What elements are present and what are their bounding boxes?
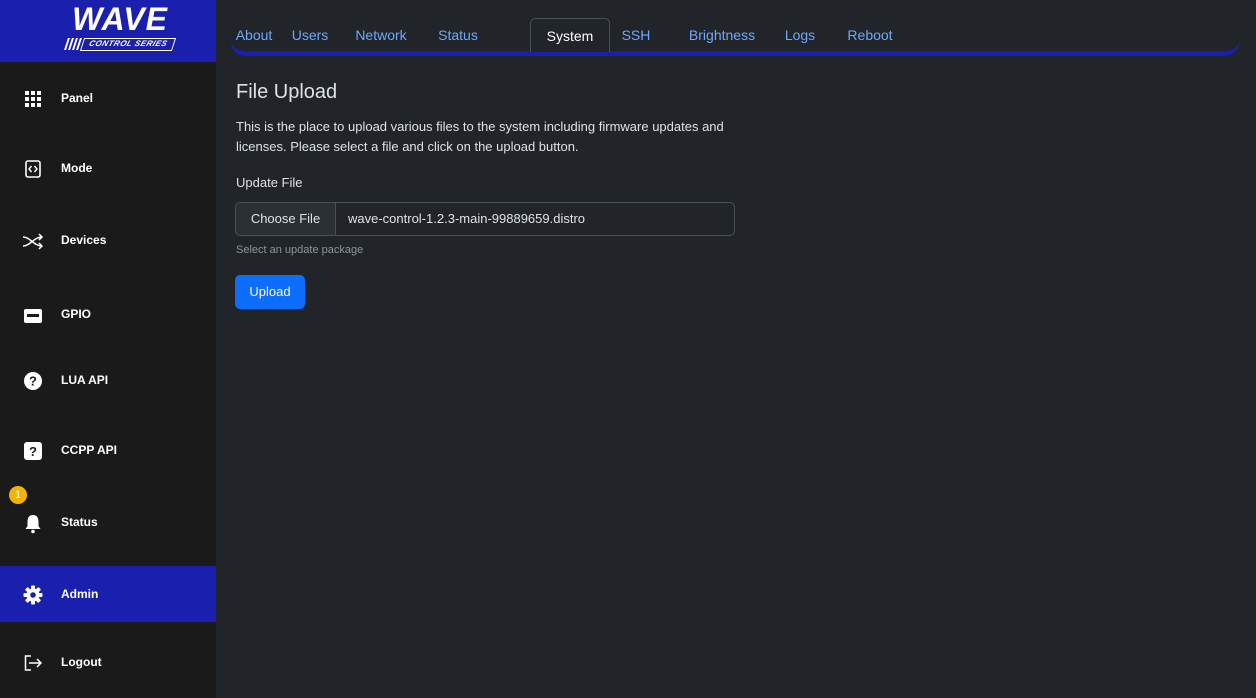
tab-status[interactable]: Status bbox=[427, 18, 489, 52]
sidebar-item-label: Logout bbox=[61, 655, 102, 669]
svg-text:?: ? bbox=[29, 374, 37, 389]
tab-logs[interactable]: Logs bbox=[778, 18, 822, 52]
sidebar-item-label: Admin bbox=[61, 587, 99, 601]
page-description: This is the place to upload various file… bbox=[236, 119, 724, 154]
notification-badge: 1 bbox=[9, 486, 27, 504]
sidebar-item-label: LUA API bbox=[61, 373, 109, 387]
question-circle-icon: ? bbox=[24, 372, 42, 390]
tab-users[interactable]: Users bbox=[285, 18, 335, 52]
sidebar-item-label: Status bbox=[61, 515, 98, 529]
selected-file-name: wave-control-1.2.3-main-99889659.distro bbox=[348, 211, 586, 226]
sidebar-item-label: Mode bbox=[61, 161, 93, 175]
upload-button[interactable]: Upload bbox=[235, 275, 305, 309]
choose-file-button[interactable]: Choose File bbox=[236, 203, 336, 235]
tab-system[interactable]: System bbox=[530, 18, 610, 52]
logo: WAVE CONTROL SERIES bbox=[0, 0, 216, 62]
sidebar-item-gpio[interactable]: GPIO bbox=[0, 286, 216, 342]
tab-ssh[interactable]: SSH bbox=[616, 18, 656, 52]
sidebar-item-devices[interactable]: Devices bbox=[0, 212, 216, 268]
app-root: WAVE CONTROL SERIES Panel Mode Devices G… bbox=[0, 0, 1256, 698]
update-file-help: Select an update package bbox=[236, 244, 364, 256]
sidebar-item-ccpp-api[interactable]: ? CCPP API bbox=[0, 422, 216, 478]
logo-bars-icon bbox=[64, 38, 82, 50]
gear-icon bbox=[23, 585, 43, 605]
sidebar-item-label: CCPP API bbox=[61, 443, 118, 457]
update-file-label: Update File bbox=[236, 175, 303, 190]
tab-brightness[interactable]: Brightness bbox=[675, 18, 769, 52]
logout-icon bbox=[24, 655, 43, 671]
sidebar-item-status[interactable]: 1 Status bbox=[0, 486, 216, 550]
sidebar-item-lua-api[interactable]: ? LUA API bbox=[0, 352, 216, 408]
gpio-icon bbox=[24, 309, 42, 323]
tab-bar: About Users Network Status System SSH Br… bbox=[230, 18, 1240, 56]
tab-network[interactable]: Network bbox=[342, 18, 420, 52]
sidebar-item-panel[interactable]: Panel bbox=[0, 70, 216, 126]
grid-icon bbox=[25, 91, 41, 107]
update-file-input[interactable]: Choose File wave-control-1.2.3-main-9988… bbox=[235, 202, 735, 236]
sidebar-item-label: GPIO bbox=[61, 307, 92, 321]
main-content: About Users Network Status System SSH Br… bbox=[216, 0, 1256, 698]
sidebar-item-admin[interactable]: Admin bbox=[0, 566, 216, 622]
sidebar-item-mode[interactable]: Mode bbox=[0, 140, 216, 196]
sidebar-item-label: Panel bbox=[61, 91, 94, 105]
tab-reboot[interactable]: Reboot bbox=[840, 18, 900, 52]
sidebar-item-logout[interactable]: Logout bbox=[0, 634, 216, 690]
svg-text:?: ? bbox=[29, 444, 37, 459]
page-title: File Upload bbox=[236, 81, 338, 103]
bell-icon bbox=[25, 515, 41, 534]
logo-subtitle: CONTROL SERIES bbox=[79, 38, 177, 51]
code-icon bbox=[25, 160, 41, 178]
shuffle-icon bbox=[22, 233, 44, 250]
sidebar: WAVE CONTROL SERIES Panel Mode Devices G… bbox=[0, 0, 216, 698]
sidebar-item-label: Devices bbox=[61, 233, 107, 247]
tab-about[interactable]: About bbox=[230, 18, 278, 52]
logo-title: WAVE bbox=[72, 1, 168, 37]
question-square-icon: ? bbox=[24, 442, 42, 460]
